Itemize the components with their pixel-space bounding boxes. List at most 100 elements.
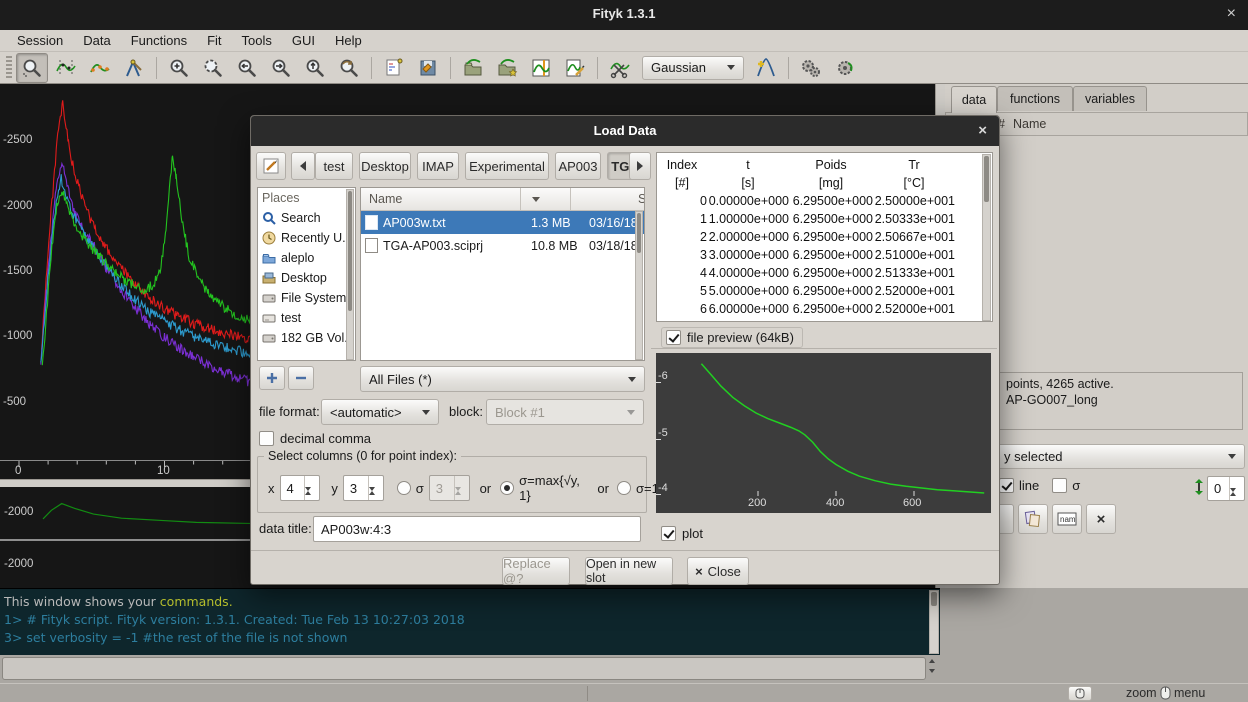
file-row-tga-ap003.sciprj[interactable]: TGA-AP003.sciprj10.8 MB03/18/18 [361,234,644,257]
decimal-comma-checkbox[interactable] [259,431,274,446]
close-button[interactable]: ×Close [687,557,749,585]
place-aleplo[interactable]: aleplo [258,248,355,268]
path-button-ap003[interactable]: AP003 [555,152,601,180]
path-button-experimental[interactable]: Experimental [465,152,549,180]
delete-data-button[interactable]: × [1086,504,1116,534]
place-file-system[interactable]: File System [258,288,355,308]
line-checkbox[interactable] [999,478,1014,493]
decimal-comma-row: decimal comma [259,431,371,446]
zoom-in-button[interactable] [163,53,195,83]
preview-row: [#][s][mg][°C] [657,174,992,192]
place-desktop[interactable]: Desktop [258,268,355,288]
menu-gui[interactable]: GUI [283,31,324,50]
zoom-select-button[interactable] [197,53,229,83]
console-output[interactable]: This window shows your commands. 1> # Fi… [0,588,940,656]
script-preview-button[interactable] [378,53,410,83]
execute-gears-button[interactable] [795,53,827,83]
sigma-one-radio[interactable] [617,481,631,495]
data-range-mode-button[interactable] [50,53,82,83]
tab-variables[interactable]: variables [1073,86,1147,111]
path-button-desktop[interactable]: Desktop [359,152,411,180]
menu-session[interactable]: Session [8,31,72,50]
rename-data-button[interactable]: nam [1052,504,1082,534]
console-scrollbar[interactable] [929,590,939,654]
file-icon [365,238,378,253]
place-test[interactable]: test [258,308,355,328]
input-history-arrows[interactable] [929,659,935,673]
places-scrollbar[interactable] [346,189,354,360]
or-label: or [480,481,492,496]
menu-data[interactable]: Data [74,31,119,50]
command-input[interactable] [2,657,926,680]
file-filter-select[interactable]: All Files (*) [360,366,645,392]
zoom-next-button[interactable] [265,53,297,83]
file-row-ap003w.txt[interactable]: AP003w.txt1.3 MB03/16/18 [361,211,644,234]
function-type-select[interactable]: Gaussian [642,56,744,80]
run-fit-button[interactable] [829,53,861,83]
add-function-button[interactable] [750,53,782,83]
copy-data-button[interactable] [1018,504,1048,534]
data-title-label: data title: [259,521,312,536]
menu-help[interactable]: Help [326,31,371,50]
data-title-input[interactable]: AP003w:4:3 [313,516,641,542]
add-place-button[interactable] [259,366,285,390]
path-button-imap[interactable]: IMAP [417,152,459,180]
console-line-1: This window shows your commands. [4,594,233,609]
drive-icon [262,311,276,325]
preview-scrollbar[interactable] [982,154,991,321]
add-peak-mode-button[interactable] [118,53,150,83]
mouse-config-button[interactable] [1068,686,1092,701]
remove-place-button[interactable] [288,366,314,390]
sigma-column-stepper[interactable]: 3 [429,475,470,501]
sigma-column-radio[interactable] [397,481,411,495]
statusbar-zoom-label: zoom [1126,686,1157,700]
path-forward-button[interactable] [629,152,651,180]
block-select[interactable]: Block #1 [486,399,644,425]
open-data-button[interactable] [491,53,523,83]
save-session-button[interactable] [412,53,444,83]
x-column-stepper[interactable]: 4 [280,475,321,501]
file-list-header[interactable]: Name Size Modified [361,188,644,211]
replace-button[interactable]: Replace @? [502,557,570,585]
statusbar-menu-label: menu [1174,686,1205,700]
menu-fit[interactable]: Fit [198,31,230,50]
plot-image-button[interactable] [525,53,557,83]
plot-checkbox[interactable] [661,526,676,541]
add-function-icon [755,57,777,79]
block-label: block: [449,404,483,419]
zoom-mode-button[interactable] [16,53,48,83]
file-list-scrollbar[interactable] [635,211,643,360]
zoom-prev-button[interactable] [231,53,263,83]
zoom-all-button[interactable] [333,53,365,83]
window-titlebar[interactable]: Fityk 1.3.1 × [0,0,1248,30]
file-preview-checkbox[interactable] [666,330,681,345]
preview-xtick-400: 400 [826,497,844,509]
dialog-close-icon[interactable]: × [978,122,987,139]
cut-function-button[interactable] [604,53,636,83]
path-back-button[interactable] [291,152,315,180]
dialog-titlebar[interactable]: Load Data × [251,116,999,146]
y-column-stepper[interactable]: 3 [343,475,384,501]
open-in-new-slot-button[interactable]: Open in new slot [585,557,673,585]
tab-functions[interactable]: functions [997,86,1073,111]
place-recently-u-[interactable]: Recently U... [258,228,355,248]
file-format-select[interactable]: <automatic> [321,399,439,425]
path-button-test[interactable]: test [315,152,353,180]
open-session-button[interactable] [457,53,489,83]
file-preview-text[interactable]: IndextPoidsTr[#][s][mg][°C]00.00000e+000… [656,152,993,322]
point-size-stepper[interactable]: 0 [1207,476,1245,501]
toolbar-grip[interactable] [6,56,12,80]
sigma-max-radio[interactable] [500,481,514,495]
edit-script-button[interactable] [559,53,591,83]
window-close-icon[interactable]: × [1227,5,1236,23]
place-182-gb-vol-[interactable]: 182 GB Vol... [258,328,355,348]
place-search[interactable]: Search [258,208,355,228]
baseline-mode-button[interactable] [84,53,116,83]
menu-functions[interactable]: Functions [122,31,196,50]
x-tick-0: 0 [15,465,21,477]
sigma-checkbox[interactable] [1052,478,1067,493]
zoom-vertical-button[interactable] [299,53,331,83]
type-location-button[interactable] [256,152,286,180]
menu-tools[interactable]: Tools [233,31,281,50]
tab-data[interactable]: data [951,86,997,113]
